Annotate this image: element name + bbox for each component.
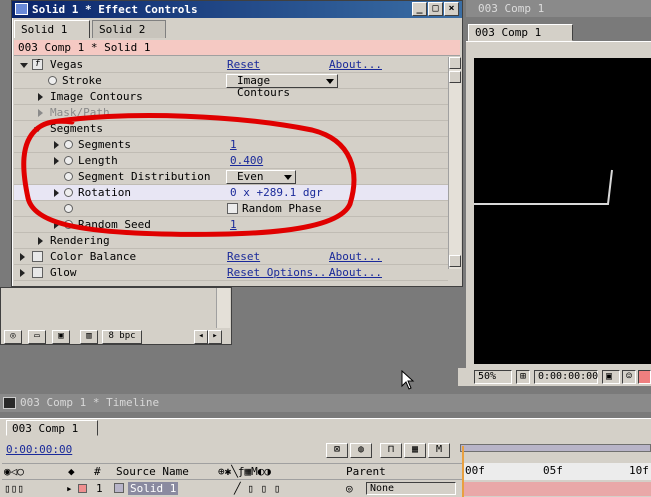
tab-composition[interactable]: 003 Comp 1 bbox=[468, 24, 573, 41]
about-link[interactable]: About... bbox=[329, 266, 382, 279]
group-image-contours-row[interactable]: Image Contours bbox=[14, 89, 448, 105]
effect-controls-scrollbar[interactable] bbox=[448, 57, 461, 269]
composition-toolbar: 50% ⊞ 0:00:00:00 ▣ ☺ bbox=[458, 368, 651, 386]
fx-toggle-icon[interactable] bbox=[32, 251, 43, 262]
parent-column-header[interactable]: Parent bbox=[346, 465, 386, 478]
close-icon[interactable]: × bbox=[444, 2, 459, 16]
channel-icon[interactable] bbox=[638, 370, 651, 384]
timeline-current-time[interactable]: 0:00:00:00 bbox=[6, 443, 72, 456]
reset-link[interactable]: Reset bbox=[227, 250, 260, 263]
bit-depth-button[interactable]: 8 bpc bbox=[102, 330, 142, 344]
current-time-display[interactable]: 0:00:00:00 bbox=[534, 370, 598, 384]
scroll-right-icon[interactable]: ▸ bbox=[208, 330, 222, 344]
expand-triangle-icon[interactable] bbox=[20, 253, 25, 261]
layer-source-icon bbox=[114, 483, 124, 493]
group-label: Image Contours bbox=[50, 90, 143, 103]
reset-options-link[interactable]: Reset Options... bbox=[227, 266, 333, 279]
parent-pickwhip-icon[interactable]: ◎ bbox=[346, 482, 353, 495]
ruler-tick-label: 00f bbox=[465, 464, 485, 477]
label-color-swatch[interactable] bbox=[78, 484, 87, 493]
timeline-titlebar[interactable]: 003 Comp 1 * Timeline bbox=[0, 394, 651, 412]
new-folder-icon[interactable]: ▭ bbox=[28, 330, 46, 344]
safe-margins-icon[interactable]: ⊞ bbox=[516, 370, 530, 384]
layer-number: 1 bbox=[96, 482, 103, 495]
tab-solid-1[interactable]: Solid 1 bbox=[14, 20, 90, 38]
project-scrollbar[interactable] bbox=[216, 288, 230, 328]
about-link[interactable]: About... bbox=[329, 58, 382, 71]
red-annotation-loop bbox=[21, 113, 357, 237]
stopwatch-icon[interactable] bbox=[48, 76, 57, 85]
new-comp-icon[interactable]: ▣ bbox=[52, 330, 70, 344]
expand-triangle-icon[interactable] bbox=[20, 269, 25, 277]
composition-titlebar[interactable]: 003 Comp 1 bbox=[466, 0, 651, 17]
expand-triangle-icon[interactable] bbox=[38, 93, 43, 101]
project-toolbar: ◎ ▭ ▣ ▥ 8 bpc ◂ ▸ bbox=[2, 330, 230, 344]
current-time-indicator[interactable] bbox=[462, 446, 464, 497]
source-name-column-header[interactable]: Source Name bbox=[116, 465, 189, 478]
find-icon[interactable]: ◎ bbox=[4, 330, 22, 344]
effect-glow-row[interactable]: Glow Reset Options... About... bbox=[14, 265, 448, 281]
visibility-icon[interactable]: ▯▯▯ bbox=[4, 482, 24, 495]
expand-layer-triangle-icon[interactable]: ▸ bbox=[66, 482, 73, 495]
parent-dropdown[interactable]: None bbox=[366, 482, 456, 495]
minimize-icon[interactable]: _ bbox=[412, 2, 427, 16]
tab-timeline-comp[interactable]: 003 Comp 1 bbox=[6, 420, 98, 436]
property-stroke-row: Stroke Image Contours bbox=[14, 73, 448, 99]
effect-label: Vegas bbox=[50, 58, 84, 71]
collapse-triangle-icon[interactable] bbox=[20, 63, 28, 68]
about-link[interactable]: About... bbox=[329, 250, 382, 263]
stroke-preview bbox=[474, 169, 613, 205]
project-panel: ◎ ▭ ▣ ▥ 8 bpc ◂ ▸ bbox=[0, 287, 232, 345]
reset-link[interactable]: Reset bbox=[227, 58, 260, 71]
composition-viewport[interactable] bbox=[474, 58, 651, 364]
comp-button-icon[interactable]: ⊠ bbox=[326, 443, 348, 458]
time-ruler[interactable]: 00f 05f 10f bbox=[462, 463, 651, 480]
layer-switches-icons: ⊕✱╲ƒ▦M◐◑ bbox=[218, 465, 271, 478]
property-label: Stroke bbox=[62, 74, 102, 87]
ruler-tick-label: 10f bbox=[629, 464, 649, 477]
frame-blend-icon[interactable]: ⊓ bbox=[380, 443, 402, 458]
panel-menu-icon[interactable] bbox=[449, 71, 461, 83]
fx-toggle-icon[interactable]: f bbox=[32, 59, 43, 70]
scroll-left-icon[interactable]: ◂ bbox=[194, 330, 208, 344]
scroll-up-icon[interactable] bbox=[449, 57, 461, 69]
effect-controls-titlebar[interactable]: Solid 1 * Effect Controls _ □ × bbox=[12, 1, 462, 18]
layer-name[interactable]: Solid 1 bbox=[128, 482, 179, 495]
av-switches-icon: ◉◁○ bbox=[4, 465, 24, 478]
snapshot-icon[interactable]: ▣ bbox=[602, 370, 620, 384]
motion-blur-icon[interactable]: ▦ bbox=[404, 443, 426, 458]
ruler-tick-label: 05f bbox=[543, 464, 563, 477]
stroke-dropdown[interactable]: Image Contours bbox=[226, 74, 338, 99]
effect-color-balance-row[interactable]: Color Balance Reset About... bbox=[14, 249, 448, 265]
zoom-dropdown[interactable]: 50% bbox=[474, 370, 512, 384]
effect-controls-title: Solid 1 * Effect Controls bbox=[32, 3, 198, 16]
shy-icon[interactable]: ◍ bbox=[350, 443, 372, 458]
timeline-window-icon bbox=[3, 397, 16, 409]
scroll-down-icon[interactable] bbox=[449, 255, 461, 267]
effect-label: Color Balance bbox=[50, 250, 137, 263]
layer-switch-icons[interactable]: ╱ ▯ ▯ ▯ bbox=[234, 482, 280, 495]
effect-label: Glow bbox=[50, 266, 77, 279]
layer-duration-bar[interactable] bbox=[462, 482, 651, 496]
show-snapshot-icon[interactable]: ☺ bbox=[622, 370, 636, 384]
maximize-icon[interactable]: □ bbox=[428, 2, 443, 16]
label-column-icon: ◆ bbox=[68, 465, 75, 478]
work-area-bar[interactable] bbox=[460, 444, 651, 452]
tab-solid-2[interactable]: Solid 2 bbox=[92, 20, 166, 38]
effect-vegas-row[interactable]: f Vegas Reset About... bbox=[14, 57, 448, 73]
effect-controls-header: 003 Comp 1 * Solid 1 bbox=[14, 40, 460, 56]
graph-icon[interactable]: M bbox=[428, 443, 450, 458]
window-icon bbox=[15, 3, 28, 15]
number-column-header: # bbox=[94, 465, 101, 478]
mouse-cursor-icon bbox=[401, 370, 415, 390]
fx-toggle-icon[interactable] bbox=[32, 267, 43, 278]
trash-icon[interactable]: ▥ bbox=[80, 330, 98, 344]
